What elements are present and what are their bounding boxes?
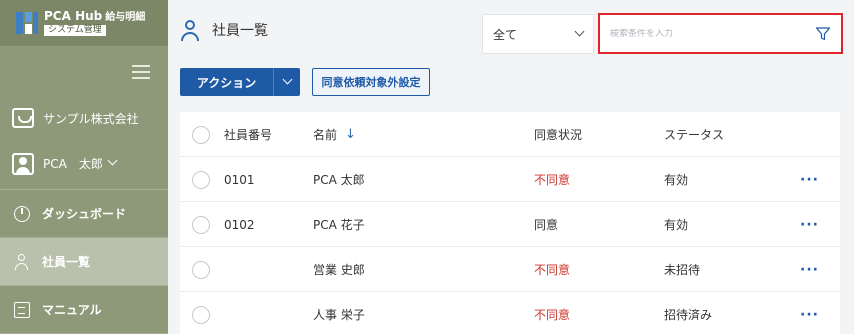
hamburger-menu-icon[interactable] bbox=[132, 65, 150, 79]
manual-icon bbox=[14, 301, 30, 318]
sidebar-item-manual[interactable]: マニュアル bbox=[0, 286, 168, 334]
company-selector[interactable]: サンプル株式会社 bbox=[0, 98, 168, 138]
chevron-down-icon bbox=[107, 155, 118, 166]
row-select-radio[interactable] bbox=[192, 260, 210, 279]
sidebar-item-label: 社員一覧 bbox=[42, 255, 91, 269]
column-header-number[interactable]: 社員番号 bbox=[224, 112, 272, 157]
employee-number: 0102 bbox=[224, 217, 255, 232]
employee-table: 社員番号 名前 ↓ 同意状況 ステータス 0101 PCA 太郎 不同意 有効 … bbox=[180, 112, 840, 334]
employee-name: PCA 花子 bbox=[313, 218, 365, 232]
consent-status: 同意 bbox=[534, 218, 559, 232]
row-select-radio[interactable] bbox=[192, 305, 210, 324]
search-input[interactable] bbox=[610, 28, 815, 39]
consent-status: 不同意 bbox=[534, 173, 571, 187]
company-name: サンプル株式会社 bbox=[43, 111, 139, 126]
action-dropdown-toggle[interactable] bbox=[274, 74, 300, 86]
chevron-down-icon bbox=[574, 26, 585, 36]
sidebar-item-dashboard[interactable]: ダッシュボード bbox=[0, 190, 168, 238]
status-filter-select[interactable]: 全て bbox=[482, 14, 594, 54]
logo-suffix-text: 給与明細 bbox=[105, 12, 146, 23]
row-select-radio[interactable] bbox=[192, 170, 210, 189]
table-row[interactable]: 0101 PCA 太郎 不同意 有効 ··· bbox=[180, 157, 840, 202]
employee-name: 営業 史郎 bbox=[313, 263, 365, 277]
status-filter-value: 全て bbox=[493, 27, 518, 42]
filter-icon[interactable] bbox=[815, 26, 831, 42]
logo-sub-text: システム管理 bbox=[44, 25, 106, 36]
sidebar-item-label: ダッシュボード bbox=[42, 207, 127, 221]
employee-status: 有効 bbox=[664, 173, 689, 187]
sidebar-item-employees[interactable]: 社員一覧 bbox=[0, 238, 168, 286]
column-header-consent[interactable]: 同意状況 bbox=[534, 112, 582, 157]
action-button[interactable]: アクション bbox=[180, 68, 300, 96]
select-all-radio[interactable] bbox=[192, 125, 210, 144]
action-button-label: アクション bbox=[196, 75, 257, 90]
user-menu[interactable]: PCA 太郎 bbox=[0, 138, 168, 190]
sidebar: PCA Hub 給与明細 システム管理 サンプル株式会社 PCA 太郎 ダッシュボ… bbox=[0, 0, 168, 334]
table-row[interactable]: 人事 栄子 不同意 招待済み ··· bbox=[180, 292, 840, 334]
table-row[interactable]: 0102 PCA 花子 同意 有効 ··· bbox=[180, 202, 840, 247]
logo-mark-icon bbox=[16, 12, 38, 34]
company-icon bbox=[12, 108, 34, 128]
person-icon bbox=[14, 253, 30, 270]
table-header-row: 社員番号 名前 ↓ 同意状況 ステータス bbox=[180, 112, 840, 157]
sort-desc-icon[interactable]: ↓ bbox=[345, 127, 356, 142]
exclude-from-consent-button[interactable]: 同意依頼対象外設定 bbox=[312, 68, 430, 96]
employee-number: 0101 bbox=[224, 172, 255, 187]
page-title: 社員一覧 bbox=[212, 23, 268, 39]
consent-status: 不同意 bbox=[534, 263, 571, 277]
sidebar-item-label: マニュアル bbox=[42, 303, 102, 317]
main-content: 社員一覧 全て アクション 同意依頼対象外設定 社員番号 名前 ↓ 同意状況 ス… bbox=[168, 0, 854, 334]
dashboard-icon bbox=[14, 205, 30, 222]
column-header-name-label: 名前 bbox=[313, 128, 338, 142]
more-options-icon[interactable]: ··· bbox=[800, 247, 819, 292]
employee-status: 未招待 bbox=[664, 263, 701, 277]
more-options-icon[interactable]: ··· bbox=[800, 157, 819, 202]
consent-status: 不同意 bbox=[534, 308, 571, 322]
row-select-radio[interactable] bbox=[192, 215, 210, 234]
user-name: PCA 太郎 bbox=[43, 157, 103, 171]
more-options-icon[interactable]: ··· bbox=[800, 292, 819, 334]
employee-name: PCA 太郎 bbox=[313, 173, 365, 187]
table-row[interactable]: 営業 史郎 不同意 未招待 ··· bbox=[180, 247, 840, 292]
person-icon bbox=[180, 20, 200, 41]
app-logo[interactable]: PCA Hub 給与明細 システム管理 bbox=[0, 0, 168, 46]
employee-status: 有効 bbox=[664, 218, 689, 232]
logo-main-text: PCA Hub bbox=[44, 9, 103, 23]
employee-name: 人事 栄子 bbox=[313, 308, 365, 322]
user-avatar-icon bbox=[12, 152, 34, 175]
more-options-icon[interactable]: ··· bbox=[800, 202, 819, 247]
column-header-name[interactable]: 名前 ↓ bbox=[313, 112, 356, 157]
employee-status: 招待済み bbox=[664, 308, 713, 322]
column-header-status[interactable]: ステータス bbox=[664, 112, 724, 157]
chevron-down-icon bbox=[282, 74, 292, 84]
search-box bbox=[598, 13, 843, 54]
